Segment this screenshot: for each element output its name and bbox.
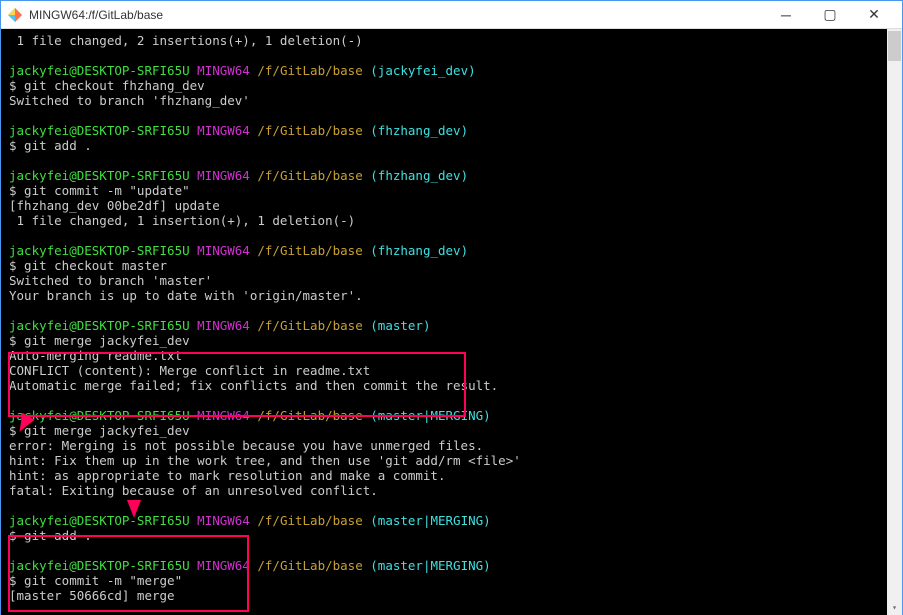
window-titlebar: MINGW64:/f/GitLab/base ─ ▢ ✕ — [1, 1, 902, 29]
window-title: MINGW64:/f/GitLab/base — [29, 8, 764, 22]
output-line: error: Merging is not possible because y… — [9, 438, 894, 453]
blank-line — [9, 393, 894, 408]
blank-line — [9, 48, 894, 63]
output-line: hint: Fix them up in the work tree, and … — [9, 453, 894, 468]
window-controls: ─ ▢ ✕ — [764, 1, 896, 29]
app-icon — [7, 7, 23, 23]
prompt-line: jackyfei@DESKTOP-SRFI65U MINGW64 /f/GitL… — [9, 513, 894, 528]
prompt-line: jackyfei@DESKTOP-SRFI65U MINGW64 /f/GitL… — [9, 168, 894, 183]
blank-line — [9, 153, 894, 168]
command-line: $ git checkout fhzhang_dev — [9, 78, 894, 93]
output-line: 1 file changed, 1 insertion(+), 1 deleti… — [9, 213, 894, 228]
prompt-line: jackyfei@DESKTOP-SRFI65U MINGW64 /f/GitL… — [9, 318, 894, 333]
blank-line — [9, 303, 894, 318]
prompt-line: jackyfei@DESKTOP-SRFI65U MINGW64 /f/GitL… — [9, 63, 894, 78]
output-line: Auto-merging readme.txt — [9, 348, 894, 363]
prompt-line: jackyfei@DESKTOP-SRFI65U MINGW64 /f/GitL… — [9, 558, 894, 573]
output-line: Switched to branch 'master' — [9, 273, 894, 288]
blank-line — [9, 108, 894, 123]
output-line: Your branch is up to date with 'origin/m… — [9, 288, 894, 303]
command-line: $ git commit -m "update" — [9, 183, 894, 198]
output-line: 1 file changed, 2 insertions(+), 1 delet… — [9, 33, 894, 48]
output-line: Switched to branch 'fhzhang_dev' — [9, 93, 894, 108]
command-line: $ git add . — [9, 138, 894, 153]
close-button[interactable]: ✕ — [852, 1, 896, 29]
minimize-button[interactable]: ─ — [764, 1, 808, 29]
command-line: $ git commit -m "merge" — [9, 573, 894, 588]
output-line: hint: as appropriate to mark resolution … — [9, 468, 894, 483]
terminal[interactable]: 1 file changed, 2 insertions(+), 1 delet… — [1, 29, 902, 615]
scroll-down-icon[interactable]: ▾ — [887, 600, 902, 615]
command-line: $ git add . — [9, 528, 894, 543]
output-line: [fhzhang_dev 00be2df] update — [9, 198, 894, 213]
scrollbar-thumb[interactable] — [888, 31, 901, 61]
blank-line — [9, 603, 894, 615]
output-line: CONFLICT (content): Merge conflict in re… — [9, 363, 894, 378]
prompt-line: jackyfei@DESKTOP-SRFI65U MINGW64 /f/GitL… — [9, 408, 894, 423]
prompt-line: jackyfei@DESKTOP-SRFI65U MINGW64 /f/GitL… — [9, 243, 894, 258]
output-line: fatal: Exiting because of an unresolved … — [9, 483, 894, 498]
maximize-button[interactable]: ▢ — [808, 1, 852, 29]
output-line: [master 50666cd] merge — [9, 588, 894, 603]
command-line: $ git merge jackyfei_dev — [9, 423, 894, 438]
blank-line — [9, 498, 894, 513]
vertical-scrollbar[interactable]: ▴ ▾ — [887, 29, 902, 615]
blank-line — [9, 543, 894, 558]
output-line: Automatic merge failed; fix conflicts an… — [9, 378, 894, 393]
arrow-annotation-2 — [127, 500, 141, 518]
prompt-line: jackyfei@DESKTOP-SRFI65U MINGW64 /f/GitL… — [9, 123, 894, 138]
command-line: $ git checkout master — [9, 258, 894, 273]
blank-line — [9, 228, 894, 243]
command-line: $ git merge jackyfei_dev — [9, 333, 894, 348]
